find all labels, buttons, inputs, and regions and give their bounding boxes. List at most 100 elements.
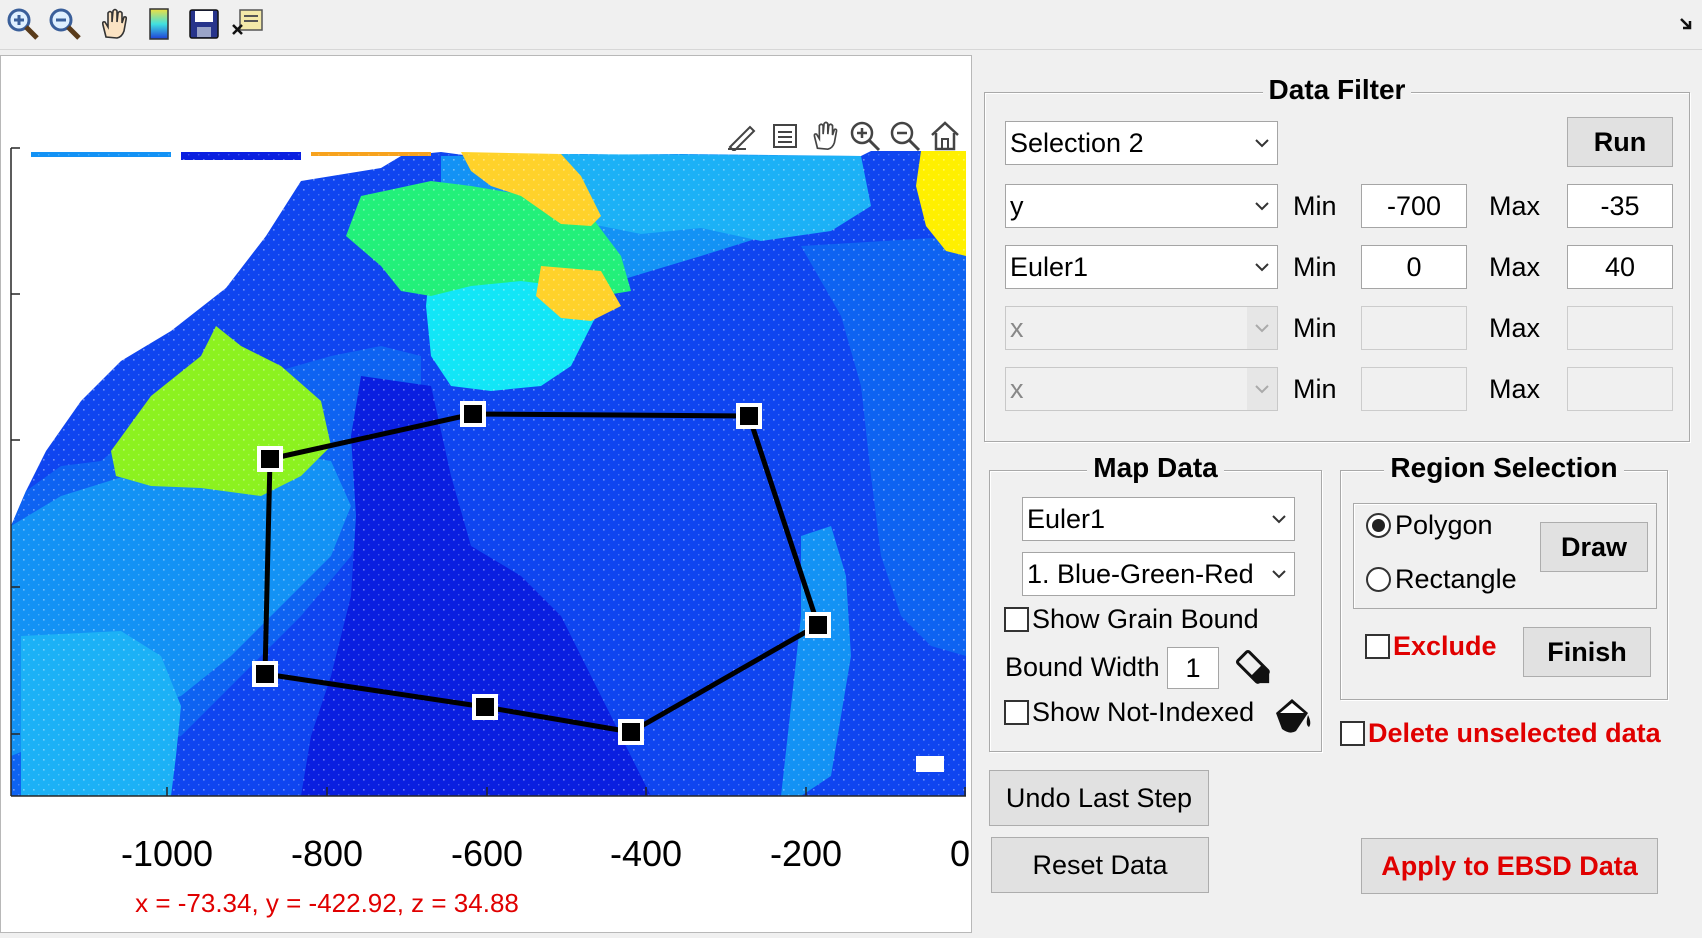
brush-data-icon[interactable] [723,118,759,154]
filter-variable-dropdown-1[interactable]: y [1005,184,1278,228]
colormap-value: 1. Blue-Green-Red [1027,559,1254,589]
data-filter-panel: Data Filter Selection 2 Run y Min -700 M… [984,74,1690,442]
polygon-label: Polygon [1395,510,1493,540]
chevron-down-icon [1247,307,1277,349]
x-tick-label: 0 [950,834,971,874]
colormap-dropdown[interactable]: 1. Blue-Green-Red [1022,552,1295,596]
min-input-2[interactable]: 0 [1361,245,1467,289]
checkbox-box [1004,699,1029,725]
polygon-vertex-handle[interactable] [472,694,498,720]
checkbox-box [1004,606,1029,632]
restore-view-home-icon[interactable] [927,118,963,154]
show-grain-bound-checkbox[interactable]: Show Grain Bound [1004,604,1259,634]
max-input-2[interactable]: 40 [1567,245,1673,289]
filter-variable-dropdown-3[interactable]: x [1005,306,1278,350]
filter-variable-dropdown-4[interactable]: x [1005,367,1278,411]
checkbox-box [1340,720,1365,746]
rectangle-label: Rectangle [1395,564,1517,594]
exclude-checkbox[interactable]: Exclude [1365,631,1497,661]
filter-variable-2-value: Euler1 [1010,252,1089,282]
x-tick-label: -800 [290,833,364,874]
polygon-vertex-handle[interactable] [805,612,831,638]
filter-variable-3-value: x [1010,313,1024,343]
map-data-title: Map Data [1087,452,1224,483]
region-selection-title: Region Selection [1384,452,1624,483]
region-selection-panel: Region Selection Polygon Rectangle Draw … [1340,452,1668,700]
not-indexed-paint-bucket-icon[interactable] [1268,693,1314,739]
polygon-vertex-handle[interactable] [460,401,486,427]
max-label: Max [1489,252,1541,282]
selection-dropdown[interactable]: Selection 2 [1005,121,1278,165]
axes-zoom-out-icon[interactable] [887,118,923,154]
filter-variable-4-value: x [1010,374,1024,404]
checkbox-box [1365,633,1390,659]
chevron-down-icon [1264,553,1294,595]
plot-panel: -1000 -800 -600 -400 -200 0 x = -73.34, … [0,55,972,933]
x-tick-label: -200 [769,833,843,874]
min-input-3[interactable] [1361,306,1467,350]
finish-button[interactable]: Finish [1523,627,1651,677]
chevron-down-icon [1247,185,1277,227]
polygon-radio[interactable]: Polygon [1366,510,1493,541]
apply-to-ebsd-button[interactable]: Apply to EBSD Data [1361,838,1658,894]
chevron-down-icon [1247,368,1277,410]
bound-width-label: Bound Width [1005,652,1160,682]
zoom-in-icon[interactable] [4,5,42,43]
show-not-indexed-label: Show Not-Indexed [1032,697,1255,727]
min-label: Min [1293,313,1337,343]
data-tips-icon[interactable] [767,118,803,154]
axes-pan-icon[interactable] [807,118,843,154]
show-not-indexed-checkbox[interactable]: Show Not-Indexed [1004,697,1254,727]
polygon-vertex-handle[interactable] [736,403,762,429]
filter-variable-1-value: y [1010,191,1024,221]
reset-data-button[interactable]: Reset Data [991,837,1209,893]
chevron-down-icon [1264,498,1294,540]
chevron-down-icon [1247,246,1277,288]
max-label: Max [1489,313,1541,343]
not-indexed-patch [916,756,944,772]
selection-mode-group: Polygon Rectangle Draw [1353,503,1657,609]
radio-dot [1366,513,1391,538]
bound-width-input[interactable]: 1 [1167,647,1219,689]
max-input-4[interactable] [1567,367,1673,411]
show-grain-bound-label: Show Grain Bound [1032,604,1259,634]
undo-last-step-button[interactable]: Undo Last Step [989,770,1209,826]
grain-bound-color-pen-icon[interactable] [1233,647,1277,691]
max-label: Max [1489,374,1541,404]
pan-hand-icon[interactable] [95,5,133,43]
figure-toolbar [0,0,1702,50]
max-label: Max [1489,191,1541,221]
x-tick-label: -400 [609,833,683,874]
x-tick-label: -1000 [120,833,214,874]
polygon-vertex-handle[interactable] [252,661,278,687]
max-input-3[interactable] [1567,306,1673,350]
x-tick-label: -600 [450,833,524,874]
min-label: Min [1293,252,1337,282]
save-icon[interactable] [185,5,223,43]
rectangle-radio[interactable]: Rectangle [1366,564,1517,595]
max-input-1[interactable]: -35 [1567,184,1673,228]
min-input-4[interactable] [1361,367,1467,411]
filter-variable-dropdown-2[interactable]: Euler1 [1005,245,1278,289]
delete-unselected-checkbox[interactable]: Delete unselected data [1340,718,1661,748]
insert-data-icon[interactable] [228,5,266,43]
chevron-down-icon [1247,122,1277,164]
draw-button[interactable]: Draw [1540,522,1648,572]
selection-value: Selection 2 [1010,128,1144,158]
map-data-panel: Map Data Euler1 1. Blue-Green-Red Show G… [989,452,1322,752]
axes-zoom-in-icon[interactable] [847,118,883,154]
ebsd-map-axes[interactable] [1,56,973,934]
dock-arrow-icon[interactable] [1678,16,1694,32]
delete-unselected-label: Delete unselected data [1368,718,1661,748]
colorbar-icon[interactable] [140,5,178,43]
zoom-out-icon[interactable] [46,5,84,43]
map-variable-value: Euler1 [1027,504,1106,534]
map-variable-dropdown[interactable]: Euler1 [1022,497,1295,541]
min-input-1[interactable]: -700 [1361,184,1467,228]
run-button[interactable]: Run [1567,117,1673,167]
exclude-label: Exclude [1393,631,1497,661]
radio-dot [1366,567,1391,592]
cursor-coordinate-readout: x = -73.34, y = -422.92, z = 34.88 [135,888,519,918]
polygon-vertex-handle[interactable] [257,446,283,472]
polygon-vertex-handle[interactable] [618,719,644,745]
